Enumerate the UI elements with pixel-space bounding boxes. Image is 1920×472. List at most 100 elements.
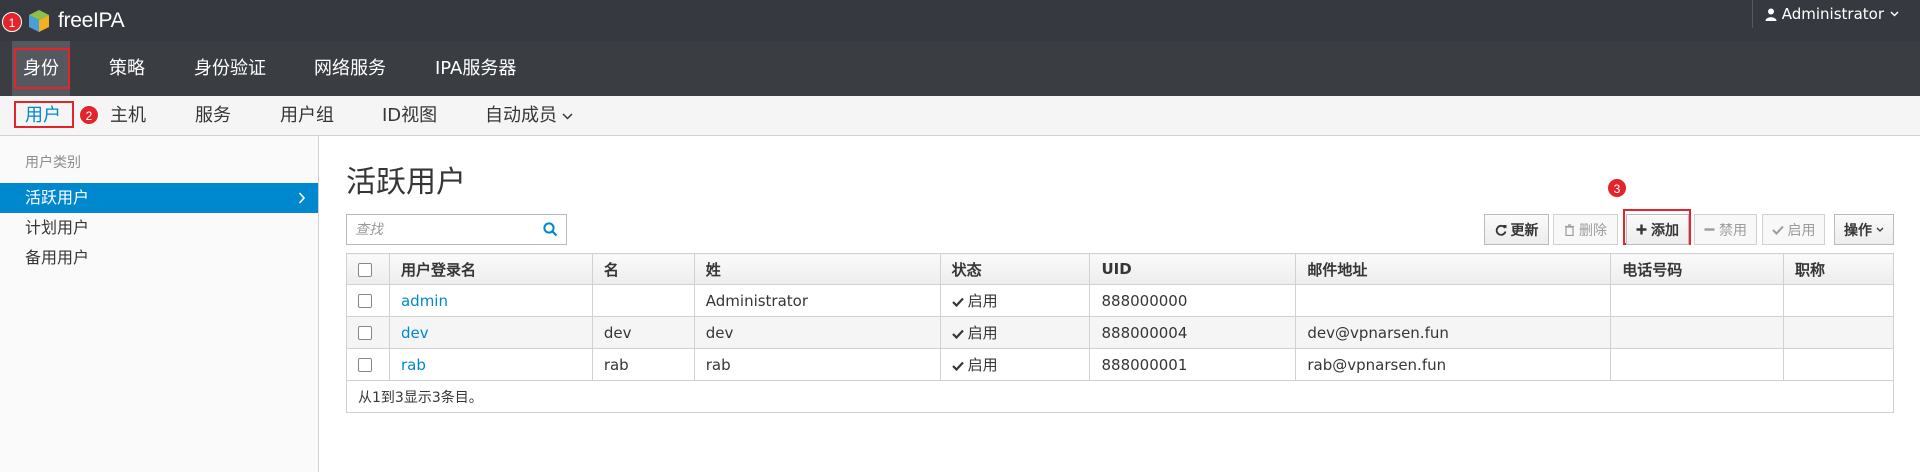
- refresh-icon: [1495, 224, 1506, 236]
- row-checkbox[interactable]: [358, 358, 372, 372]
- enable-button[interactable]: 启用: [1762, 214, 1825, 245]
- cell-email: rab@vpnarsen.fun: [1295, 348, 1612, 381]
- check-icon: [951, 297, 964, 307]
- user-name: Administrator: [1781, 5, 1884, 23]
- plus-icon: [1636, 224, 1647, 235]
- table-row: rab rab rab 启用 888000001 rab@vpnarsen.fu…: [346, 348, 1894, 381]
- actions-dropdown[interactable]: 操作: [1834, 214, 1894, 245]
- chevron-down-icon: [562, 112, 573, 120]
- cell-login: admin: [388, 284, 593, 317]
- step-badge-1: 1: [2, 12, 22, 32]
- highlight-box-users: [14, 101, 74, 128]
- trash-icon: [1565, 223, 1574, 236]
- column-header-email[interactable]: 邮件地址: [1295, 253, 1612, 285]
- cell-job-title: [1783, 316, 1894, 349]
- table-header-row: 用户登录名 名 姓 状态 UID 邮件地址 电话号码 职称: [346, 253, 1894, 285]
- search-input[interactable]: [347, 215, 527, 244]
- row-select-cell: [346, 316, 390, 349]
- refresh-label: 更新: [1510, 222, 1539, 239]
- check-icon: [1771, 225, 1784, 235]
- cell-last-name: rab: [693, 348, 941, 381]
- nav-id-views[interactable]: ID视图: [382, 96, 437, 136]
- actions-label: 操作: [1844, 222, 1872, 239]
- sidebar-item-active-users[interactable]: 活跃用户: [0, 183, 318, 213]
- column-header-uid[interactable]: UID: [1089, 253, 1297, 285]
- cell-email: [1295, 284, 1612, 317]
- row-checkbox[interactable]: [358, 326, 372, 340]
- user-link[interactable]: admin: [401, 292, 448, 310]
- nav-ipa-server[interactable]: IPA服务器: [435, 41, 516, 96]
- nav-automember[interactable]: 自动成员: [485, 96, 573, 136]
- nav-authentication[interactable]: 身份验证: [194, 41, 266, 96]
- user-link[interactable]: rab: [401, 356, 426, 374]
- status-text: 启用: [967, 292, 998, 310]
- cell-job-title: [1783, 348, 1894, 381]
- column-header-status[interactable]: 状态: [939, 253, 1091, 285]
- column-header-phone[interactable]: 电话号码: [1610, 253, 1785, 285]
- nav-services[interactable]: 服务: [195, 96, 231, 136]
- add-label: 添加: [1651, 222, 1679, 239]
- cell-last-name: dev: [693, 316, 941, 349]
- cell-status: 启用: [939, 348, 1091, 381]
- sidebar-item-label: 备用用户: [25, 248, 90, 267]
- delete-button[interactable]: 删除: [1553, 214, 1618, 245]
- add-button[interactable]: 添加: [1626, 214, 1689, 245]
- cell-last-name: Administrator: [693, 284, 941, 317]
- nav-automember-label: 自动成员: [485, 105, 557, 126]
- status-text: 启用: [967, 356, 998, 374]
- nav-policy[interactable]: 策略: [109, 41, 145, 96]
- column-header-job-title[interactable]: 职称: [1783, 253, 1894, 285]
- pagination-summary: 从1到3显示3条目。: [346, 380, 1894, 413]
- sidebar-heading: 用户类别: [25, 155, 81, 171]
- brand-name: freeIPA: [58, 9, 125, 32]
- nav-network-services[interactable]: 网络服务: [314, 41, 386, 96]
- freeipa-logo-icon: [29, 10, 49, 32]
- column-header-login[interactable]: 用户登录名: [388, 253, 593, 285]
- cell-first-name: dev: [591, 316, 695, 349]
- check-icon: [951, 329, 964, 339]
- nav-hosts[interactable]: 主机: [110, 96, 146, 136]
- cell-uid: 888000000: [1089, 284, 1297, 317]
- nav-user-groups[interactable]: 用户组: [280, 96, 334, 136]
- check-icon: [951, 361, 964, 371]
- primary-nav: 身份 策略 身份验证 网络服务 IPA服务器: [0, 41, 1920, 96]
- table-row: admin Administrator 启用 888000000: [346, 284, 1894, 317]
- status-text: 启用: [967, 324, 998, 342]
- sidebar-item-label: 计划用户: [25, 218, 90, 237]
- cell-job-title: [1783, 284, 1894, 317]
- users-table: 用户登录名 名 姓 状态 UID 邮件地址 电话号码 职称 admin Admi…: [346, 253, 1894, 413]
- disable-label: 禁用: [1719, 222, 1747, 239]
- cell-login: dev: [388, 316, 593, 349]
- step-badge-3: 3: [1607, 178, 1627, 198]
- page-title: 活跃用户: [346, 165, 466, 200]
- cell-first-name: [591, 284, 695, 317]
- row-select-cell: [346, 284, 390, 317]
- chevron-right-icon: [298, 192, 306, 204]
- user-icon: [1765, 8, 1777, 21]
- sidebar-item-staged-users[interactable]: 计划用户: [0, 213, 318, 243]
- sidebar-item-label: 活跃用户: [25, 188, 90, 207]
- table-footer-row: 从1到3显示3条目。: [346, 380, 1894, 413]
- chevron-down-icon: [1876, 227, 1884, 232]
- secondary-nav: 用户 主机 服务 用户组 ID视图 自动成员: [0, 96, 1920, 136]
- cell-login: rab: [388, 348, 593, 381]
- search-icon[interactable]: [543, 222, 558, 237]
- sidebar-item-preserved-users[interactable]: 备用用户: [0, 243, 318, 273]
- sidebar: 用户类别 活跃用户 计划用户 备用用户: [0, 136, 319, 472]
- user-link[interactable]: dev: [401, 324, 429, 342]
- cell-first-name: rab: [591, 348, 695, 381]
- brand[interactable]: freeIPA: [28, 8, 125, 34]
- cell-phone: [1610, 348, 1785, 381]
- refresh-button[interactable]: 更新: [1484, 214, 1549, 245]
- cell-status: 启用: [939, 284, 1091, 317]
- column-header-first-name[interactable]: 名: [591, 253, 695, 285]
- enable-label: 启用: [1787, 222, 1816, 239]
- minus-icon: [1704, 228, 1715, 231]
- disable-button[interactable]: 禁用: [1694, 214, 1757, 245]
- column-header-last-name[interactable]: 姓: [693, 253, 941, 285]
- cell-uid: 888000004: [1089, 316, 1297, 349]
- select-all-checkbox[interactable]: [358, 262, 372, 277]
- row-checkbox[interactable]: [358, 294, 372, 308]
- table-row: dev dev dev 启用 888000004 dev@vpnarsen.fu…: [346, 316, 1894, 349]
- user-menu[interactable]: Administrator: [1751, 0, 1920, 28]
